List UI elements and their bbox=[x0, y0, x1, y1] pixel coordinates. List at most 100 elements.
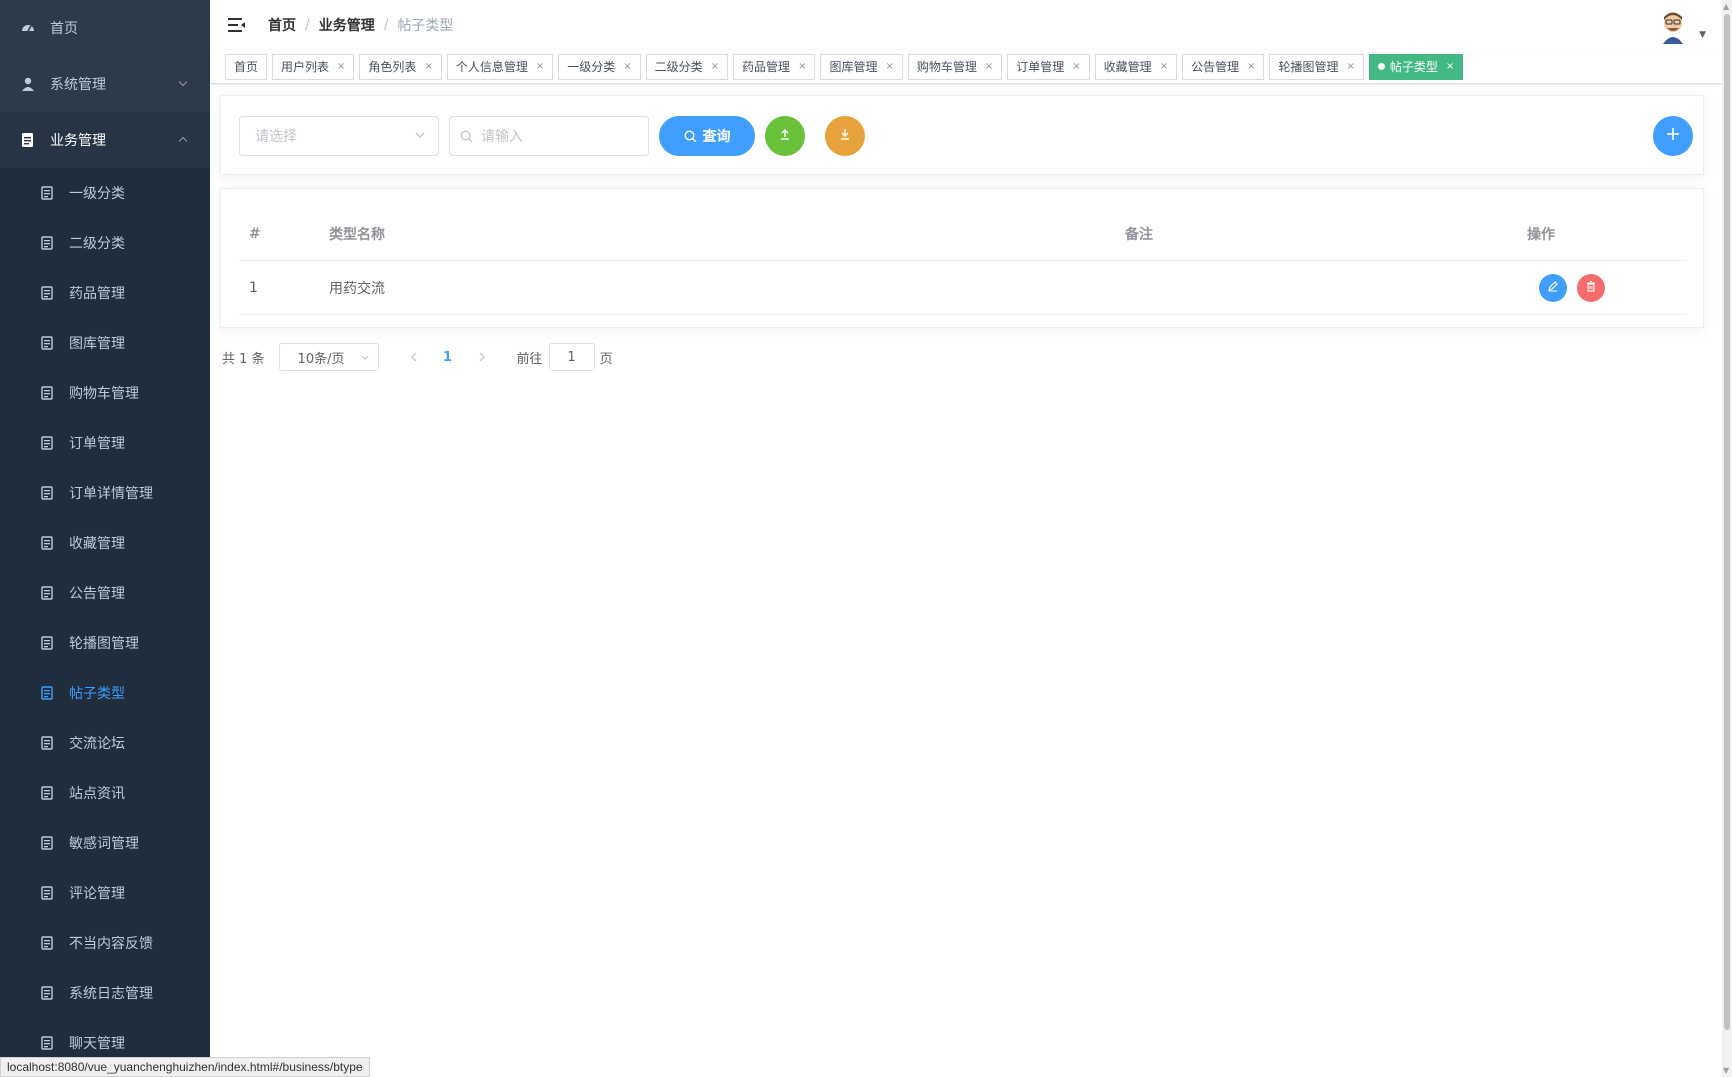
sidebar-sub-item-label: 交流论坛 bbox=[69, 736, 125, 752]
sidebar-sub-item[interactable]: 图库管理 bbox=[0, 318, 210, 368]
sidebar-sub-item[interactable]: 药品管理 bbox=[0, 268, 210, 318]
tag-item[interactable]: 二级分类 × bbox=[645, 53, 729, 80]
search-input[interactable]: 请输入 bbox=[449, 116, 649, 156]
tag-item[interactable]: 购物车管理 × bbox=[907, 53, 1003, 80]
scroll-down-icon[interactable]: ▼ bbox=[1723, 1066, 1729, 1075]
close-icon[interactable]: × bbox=[1072, 61, 1080, 72]
tag-item[interactable]: 订单管理 × bbox=[1007, 53, 1090, 80]
scrollbar-thumb[interactable] bbox=[1724, 14, 1730, 1030]
scroll-up-icon[interactable]: ▲ bbox=[1723, 2, 1729, 11]
document-icon bbox=[40, 486, 54, 500]
sidebar-sub-item[interactable]: 交流论坛 bbox=[0, 718, 210, 768]
close-icon[interactable]: × bbox=[711, 61, 719, 72]
breadcrumb-business[interactable]: 业务管理 bbox=[319, 15, 375, 35]
tag-item[interactable]: 药品管理 × bbox=[733, 53, 816, 80]
tag-item[interactable]: 用户列表 × bbox=[272, 53, 355, 80]
menu-item-home[interactable]: 首页 bbox=[0, 0, 210, 56]
cell-type-name: 用药交流 bbox=[329, 280, 385, 297]
sidebar-sub-item[interactable]: 轮播图管理 bbox=[0, 618, 210, 668]
sidebar-sub-item[interactable]: 帖子类型 bbox=[0, 668, 210, 718]
sidebar-sub-item-label: 敏感词管理 bbox=[69, 836, 139, 852]
goto-page-input[interactable]: 1 bbox=[548, 343, 595, 371]
close-icon[interactable]: × bbox=[623, 61, 631, 72]
tag-item[interactable]: 图库管理 × bbox=[820, 53, 903, 80]
cell-ops bbox=[1489, 273, 1687, 302]
next-page-button[interactable] bbox=[467, 343, 497, 371]
hamburger-icon[interactable] bbox=[226, 14, 248, 36]
query-label: 查询 bbox=[702, 128, 731, 144]
sidebar-sub-item[interactable]: 订单管理 bbox=[0, 418, 210, 468]
tag-label: 轮播图管理 bbox=[1278, 60, 1339, 74]
page-number-current[interactable]: 1 bbox=[433, 343, 463, 371]
sidebar-sub-item-label: 评论管理 bbox=[69, 886, 125, 902]
avatar[interactable] bbox=[1655, 8, 1692, 44]
tag-item[interactable]: 轮播图管理 × bbox=[1269, 53, 1364, 80]
document-icon bbox=[40, 936, 54, 950]
page-size-select[interactable]: 10条/页 bbox=[278, 343, 379, 371]
status-url: localhost:8080/vue_yuanchenghuizhen/inde… bbox=[7, 1060, 363, 1074]
tag-label: 图库管理 bbox=[829, 60, 878, 74]
sidebar-sub-item[interactable]: 系统日志管理 bbox=[0, 968, 210, 1018]
close-icon[interactable]: × bbox=[885, 61, 893, 72]
breadcrumb-home[interactable]: 首页 bbox=[268, 15, 296, 35]
close-icon[interactable]: × bbox=[1446, 61, 1454, 72]
sidebar-sub-item[interactable]: 站点资讯 bbox=[0, 768, 210, 818]
pagination-jumper: 前往 1 页 bbox=[517, 343, 613, 371]
sidebar-sub-item[interactable]: 不当内容反馈 bbox=[0, 918, 210, 968]
sidebar-sub-item[interactable]: 公告管理 bbox=[0, 568, 210, 618]
document-icon bbox=[20, 132, 36, 148]
close-icon[interactable]: × bbox=[1160, 61, 1168, 72]
close-icon[interactable]: × bbox=[798, 61, 806, 72]
tag-item[interactable]: 个人信息管理 × bbox=[446, 53, 554, 80]
tag-label: 购物车管理 bbox=[916, 60, 977, 74]
tag-label: 药品管理 bbox=[742, 60, 791, 74]
sidebar-sub-item[interactable]: 收藏管理 bbox=[0, 518, 210, 568]
close-icon[interactable]: × bbox=[1347, 61, 1355, 72]
export-button[interactable] bbox=[825, 116, 865, 156]
tag-label: 公告管理 bbox=[1191, 60, 1240, 74]
tag-item[interactable]: 帖子类型 × bbox=[1368, 53, 1464, 80]
tag-item[interactable]: 角色列表 × bbox=[359, 53, 442, 80]
sidebar: 首页 系统管理 业务管理 一级分类 二级分类 药品管理 图库管理 购物车管理 订单管理 订单… bbox=[0, 0, 210, 1077]
sidebar-sub-item-label: 收藏管理 bbox=[69, 536, 125, 552]
sidebar-sub-item[interactable]: 购物车管理 bbox=[0, 368, 210, 418]
tag-item[interactable]: 收藏管理 × bbox=[1094, 53, 1178, 80]
sidebar-sub-item[interactable]: 评论管理 bbox=[0, 868, 210, 918]
document-icon bbox=[40, 986, 54, 1000]
menu-item-system[interactable]: 系统管理 bbox=[0, 56, 210, 112]
edit-button[interactable] bbox=[1539, 273, 1567, 302]
document-icon bbox=[40, 836, 54, 850]
add-button[interactable] bbox=[1653, 116, 1693, 156]
sidebar-sub-item[interactable]: 敏感词管理 bbox=[0, 818, 210, 868]
query-button[interactable]: 查询 bbox=[659, 116, 755, 156]
sidebar-sub-item-label: 公告管理 bbox=[69, 586, 125, 602]
close-icon[interactable]: × bbox=[424, 61, 432, 72]
user-menu[interactable]: ▼ bbox=[1655, 8, 1706, 44]
import-button[interactable] bbox=[765, 116, 805, 156]
type-select[interactable]: 请选择 bbox=[239, 116, 439, 156]
document-icon bbox=[40, 186, 54, 200]
header-ops: 操作 bbox=[1527, 226, 1555, 243]
sidebar-sub-item[interactable]: 订单详情管理 bbox=[0, 468, 210, 518]
tag-label: 帖子类型 bbox=[1389, 60, 1438, 74]
sidebar-sub-item[interactable]: 一级分类 bbox=[0, 168, 210, 218]
caret-down-icon[interactable]: ▼ bbox=[1699, 30, 1706, 40]
sidebar-sub-item[interactable]: 二级分类 bbox=[0, 218, 210, 268]
tag-item[interactable]: 公告管理 × bbox=[1182, 53, 1265, 80]
close-icon[interactable]: × bbox=[985, 61, 993, 72]
delete-button[interactable] bbox=[1577, 273, 1605, 302]
tag-item[interactable]: 首页 bbox=[225, 53, 268, 80]
vertical-scrollbar[interactable]: ▲ ▼ bbox=[1722, 0, 1732, 1077]
edit-icon bbox=[1547, 280, 1559, 296]
close-icon[interactable]: × bbox=[536, 61, 544, 72]
close-icon[interactable]: × bbox=[337, 61, 345, 72]
menu-item-business[interactable]: 业务管理 bbox=[0, 112, 210, 168]
plus-icon bbox=[1666, 127, 1680, 145]
close-icon[interactable]: × bbox=[1247, 61, 1255, 72]
tag-item[interactable]: 一级分类 × bbox=[558, 53, 641, 80]
menu-item-label: 首页 bbox=[50, 21, 78, 37]
sidebar-sub-item-label: 帖子类型 bbox=[69, 686, 125, 702]
header-note: 备注 bbox=[1125, 226, 1153, 243]
prev-page-button[interactable] bbox=[399, 343, 429, 371]
navbar: 首页 / 业务管理 / 帖子类型 ▼ bbox=[210, 0, 1722, 50]
